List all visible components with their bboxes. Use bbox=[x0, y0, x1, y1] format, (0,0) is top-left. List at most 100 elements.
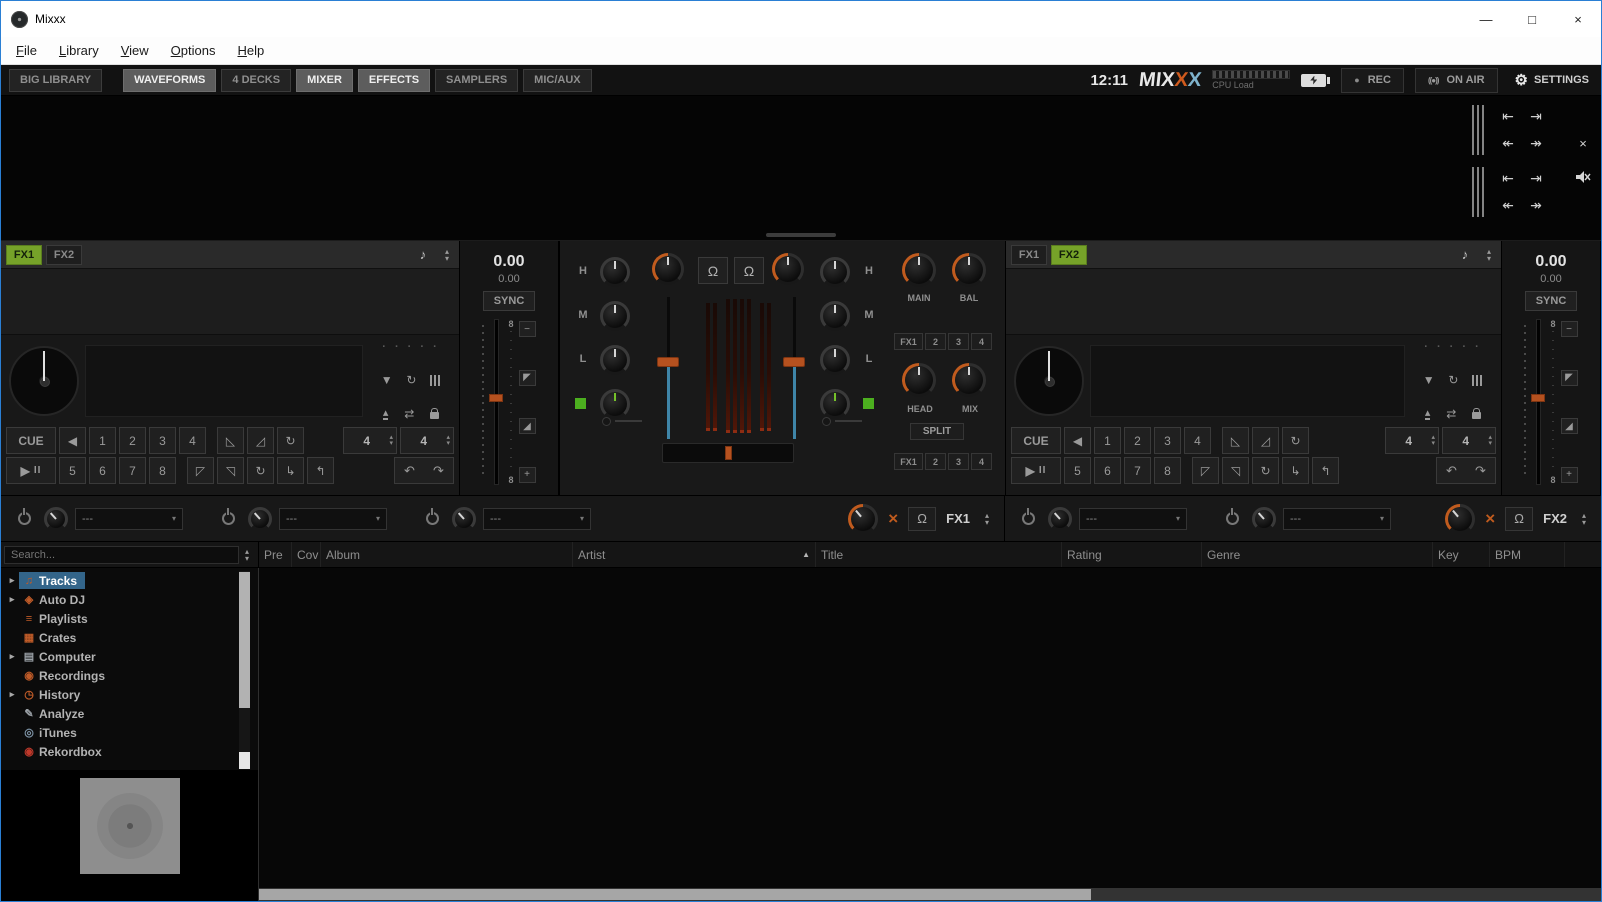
expander-icon[interactable]: ▸ bbox=[5, 594, 19, 605]
menu-file[interactable]: File bbox=[5, 43, 48, 58]
deck2-hotcue-3[interactable]: 3 bbox=[1154, 427, 1181, 454]
deck1-key-button[interactable]: ♪ bbox=[410, 245, 436, 265]
nudge-up-button[interactable]: ◤ bbox=[1560, 369, 1578, 386]
deck2-beatjump-size-spinbox[interactable]: 4 ▴ ▾ bbox=[1442, 427, 1496, 454]
effect-meta-knob[interactable] bbox=[452, 506, 476, 531]
deck1-hotcue-4[interactable]: 4 bbox=[179, 427, 206, 454]
unit1-super-knob[interactable] bbox=[848, 503, 879, 534]
deck1-reloop-button[interactable]: ↻ bbox=[277, 427, 304, 454]
deck2-eq-low-knob[interactable] bbox=[820, 345, 850, 375]
sidebar-item-computer[interactable]: ▸ ▤ Computer bbox=[1, 647, 258, 666]
deck2-slip-out-button[interactable]: ◹ bbox=[1222, 457, 1249, 484]
deck2-loop-in-button[interactable]: ◺ bbox=[1222, 427, 1249, 454]
deck2-reloop-button[interactable]: ↻ bbox=[1282, 427, 1309, 454]
deck2-hotcue-8[interactable]: 8 bbox=[1154, 457, 1181, 484]
deck2-pfl-button[interactable]: Ω bbox=[734, 257, 764, 284]
deck1-eq-high-knob[interactable] bbox=[600, 257, 630, 287]
deck1-loop-halve-button[interactable]: ↳ bbox=[277, 457, 304, 484]
deck2-prev-button[interactable]: ◀ bbox=[1064, 427, 1091, 454]
deck1-overview-waveform[interactable] bbox=[85, 345, 363, 417]
deck2-header-spinner[interactable]: ▴ ▾ bbox=[1482, 247, 1496, 262]
sidebar-item-playlists[interactable]: ≡ Playlists bbox=[1, 609, 258, 628]
column-header-genre[interactable]: Genre bbox=[1202, 542, 1433, 567]
column-header-cover[interactable]: Cov bbox=[292, 542, 321, 567]
deck2-loop-toggle-button[interactable]: ↻ bbox=[1252, 457, 1279, 484]
beatgrid-icon[interactable] bbox=[430, 374, 442, 386]
deck1-eq-mid-knob[interactable] bbox=[600, 301, 630, 331]
beatgrid-bars-icon[interactable] bbox=[1472, 167, 1487, 217]
record-button[interactable]: ● REC bbox=[1341, 67, 1404, 93]
effect-selector[interactable]: --- ▾ bbox=[483, 507, 591, 530]
deck1-cue-button[interactable]: CUE bbox=[6, 427, 56, 454]
scrollbar-thumb[interactable] bbox=[259, 889, 1091, 900]
deck1-gain-knob[interactable] bbox=[652, 253, 684, 285]
close-button[interactable]: × bbox=[1555, 1, 1601, 37]
deck2-hotcue-2[interactable]: 2 bbox=[1124, 427, 1151, 454]
deck1-eq-low-knob[interactable] bbox=[600, 345, 630, 375]
track-table[interactable] bbox=[259, 568, 1601, 901]
sidebar-item-history[interactable]: ▸ ◷ History bbox=[1, 685, 258, 704]
deck1-spinny[interactable] bbox=[9, 346, 79, 416]
key-lock-icon[interactable] bbox=[1472, 408, 1482, 419]
deck1-fx2-button[interactable]: FX2 bbox=[46, 244, 82, 265]
rate-up-button[interactable]: + bbox=[1560, 466, 1578, 483]
deck2-spinny[interactable] bbox=[1014, 346, 1084, 416]
head-fx2-assign[interactable]: 2 bbox=[925, 453, 946, 470]
deck1-fx1-button[interactable]: FX1 bbox=[6, 244, 42, 265]
effect-meta-knob[interactable] bbox=[1252, 506, 1276, 531]
deck2-slip-in-button[interactable]: ◸ bbox=[1192, 457, 1219, 484]
column-header-preview[interactable]: Pre bbox=[259, 542, 292, 567]
beats-earlier-button[interactable]: ⇤ bbox=[1495, 166, 1521, 191]
effect-power-button[interactable] bbox=[419, 506, 445, 532]
deck1-sync-button[interactable]: SYNC bbox=[483, 291, 535, 311]
column-header-title[interactable]: Title bbox=[816, 542, 1062, 567]
search-input[interactable]: Search... bbox=[4, 545, 239, 564]
deck2-loop-out-button[interactable]: ◿ bbox=[1252, 427, 1279, 454]
deck1-loop-double-button[interactable]: ↰ bbox=[307, 457, 334, 484]
column-header-key[interactable]: Key bbox=[1433, 542, 1490, 567]
crossfader[interactable] bbox=[662, 443, 794, 463]
splitter-handle[interactable] bbox=[766, 233, 836, 237]
beatgrid-bars-icon[interactable] bbox=[1472, 105, 1487, 155]
deck1-volume-fader[interactable] bbox=[654, 297, 682, 439]
effect-power-button[interactable] bbox=[1219, 506, 1245, 532]
nudge-down-button[interactable]: ◢ bbox=[518, 418, 536, 435]
waveform-zoom-icon[interactable]: ▼ bbox=[381, 373, 393, 387]
deck2-pitch-slider[interactable] bbox=[1531, 319, 1546, 485]
deck2-hotcue-1[interactable]: 1 bbox=[1094, 427, 1121, 454]
deck2-volume-fader[interactable] bbox=[780, 297, 808, 439]
deck1-hotcue-6[interactable]: 6 bbox=[89, 457, 116, 484]
beats-later-button[interactable]: ⇥ bbox=[1523, 166, 1549, 191]
sidebar-scrollbar[interactable] bbox=[239, 571, 250, 769]
deck1-beatloop-size-spinbox[interactable]: 4 ▴ ▾ bbox=[343, 427, 397, 454]
main-fx3-assign[interactable]: 3 bbox=[948, 333, 969, 350]
scrollbar-thumb[interactable] bbox=[239, 572, 250, 708]
deck2-key-button[interactable]: ♪ bbox=[1452, 245, 1478, 265]
deck1-pitch-slider[interactable] bbox=[489, 319, 504, 485]
unit1-mix-mode-button[interactable]: × bbox=[888, 509, 898, 529]
unit2-mix-mode-button[interactable]: × bbox=[1485, 509, 1495, 529]
beats-halve-button[interactable]: ↞ bbox=[1495, 131, 1521, 156]
menu-library[interactable]: Library bbox=[48, 43, 110, 58]
nudge-up-button[interactable]: ◤ bbox=[518, 369, 536, 386]
waveform-display[interactable]: ⇤ ⇥ ↞ ↠ ⇤ ⇥ ↞ ↠ × bbox=[1, 96, 1601, 241]
deck2-hotcue-4[interactable]: 4 bbox=[1184, 427, 1211, 454]
deck1-hotcue-3[interactable]: 3 bbox=[149, 427, 176, 454]
deck2-loop-double-button[interactable]: ↰ bbox=[1312, 457, 1339, 484]
deck2-gain-knob[interactable] bbox=[772, 253, 804, 285]
effect-selector[interactable]: --- ▾ bbox=[1079, 507, 1187, 530]
deck2-sync-button[interactable]: SYNC bbox=[1525, 291, 1577, 311]
unit2-headphone-button[interactable]: Ω bbox=[1505, 506, 1534, 531]
effect-selector[interactable]: --- ▾ bbox=[75, 507, 183, 530]
menu-help[interactable]: Help bbox=[227, 43, 276, 58]
column-header-bpm[interactable]: BPM bbox=[1490, 542, 1565, 567]
deck2-play-button[interactable]: ▶ II bbox=[1011, 457, 1061, 484]
settings-button[interactable]: ⚙ SETTINGS bbox=[1509, 70, 1593, 90]
maximize-button[interactable]: □ bbox=[1509, 1, 1555, 37]
menu-options[interactable]: Options bbox=[160, 43, 227, 58]
repeat-icon[interactable]: ⇄ bbox=[1446, 407, 1456, 421]
deck1-hotcue-2[interactable]: 2 bbox=[119, 427, 146, 454]
pitch-slider-handle[interactable] bbox=[1531, 393, 1546, 402]
sidebar-item-rekordbox[interactable]: ◉ Rekordbox bbox=[1, 742, 258, 761]
deck2-hotcue-7[interactable]: 7 bbox=[1124, 457, 1151, 484]
